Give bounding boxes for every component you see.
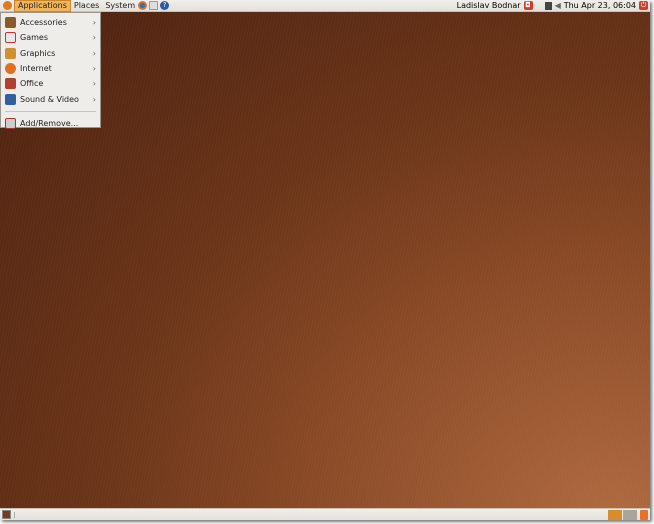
firefox-icon[interactable] <box>138 1 148 10</box>
graphics-icon <box>5 47 16 59</box>
bottom-panel <box>0 508 650 520</box>
applications-menu: Accessories › Games › Graphics › Internet › … <box>0 12 101 131</box>
chevron-right-icon: › <box>92 48 96 58</box>
menu-places[interactable]: Places <box>71 0 102 12</box>
user-name[interactable]: Ladislav Bodnar <box>457 1 521 10</box>
trash-icon[interactable] <box>640 509 648 520</box>
workspace-2[interactable] <box>623 509 637 520</box>
help-icon[interactable]: ? <box>160 1 170 10</box>
top-panel: Applications Places System ? Ladislav Bo… <box>0 0 650 12</box>
menu-item-games[interactable]: Games › <box>1 30 100 45</box>
ubuntu-logo-icon <box>3 1 12 10</box>
sound-video-icon <box>5 93 16 105</box>
chevron-right-icon: › <box>92 64 96 74</box>
office-icon <box>5 78 16 90</box>
volume-icon[interactable]: ◀ <box>555 1 561 10</box>
accessories-icon <box>5 17 16 29</box>
menu-item-accessories[interactable]: Accessories › <box>1 15 100 30</box>
chevron-right-icon: › <box>92 94 96 104</box>
menu-item-office[interactable]: Office › <box>1 76 100 91</box>
mail-icon[interactable] <box>149 1 159 10</box>
show-desktop-icon[interactable] <box>2 510 11 519</box>
menu-system[interactable]: System <box>102 0 138 12</box>
add-remove-icon <box>5 117 16 129</box>
panel-handle[interactable] <box>14 511 15 518</box>
games-icon <box>5 32 16 44</box>
clock[interactable]: Thu Apr 23, 06:04 <box>564 1 636 10</box>
network-icon[interactable] <box>544 1 552 10</box>
shutdown-icon[interactable]: ⏻ <box>639 1 648 10</box>
user-switch-icon[interactable]: ◘ <box>523 1 533 10</box>
menu-item-internet[interactable]: Internet › <box>1 61 100 76</box>
menu-item-graphics[interactable]: Graphics › <box>1 46 100 61</box>
chevron-right-icon: › <box>92 33 96 43</box>
chevron-right-icon: › <box>92 79 96 89</box>
desktop[interactable]: Applications Places System ? Ladislav Bo… <box>0 0 650 520</box>
menu-separator <box>5 110 96 112</box>
chevron-right-icon: › <box>92 18 96 28</box>
menu-item-add-remove[interactable]: Add/Remove... <box>1 116 100 131</box>
menu-item-sound-video[interactable]: Sound & Video › <box>1 91 100 106</box>
workspace-1[interactable] <box>608 509 622 520</box>
internet-icon <box>5 63 16 75</box>
menu-applications[interactable]: Applications <box>14 0 71 12</box>
